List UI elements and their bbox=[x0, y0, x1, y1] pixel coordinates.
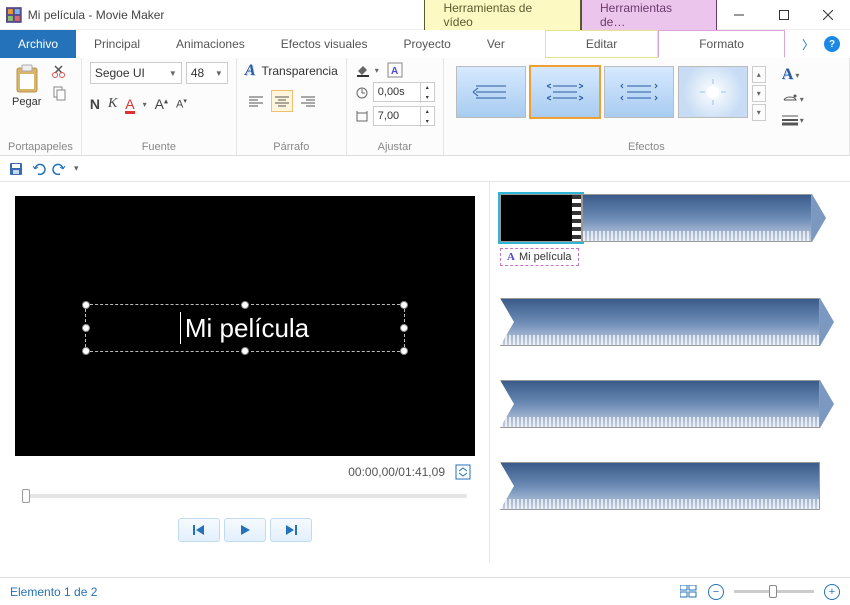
gallery-up-button[interactable]: ▴ bbox=[752, 66, 766, 83]
bold-button[interactable]: N bbox=[90, 96, 100, 112]
duration-icon bbox=[355, 109, 369, 123]
text-cursor bbox=[180, 312, 181, 344]
timeline-pane[interactable]: AMi película bbox=[490, 182, 850, 562]
cut-button[interactable] bbox=[51, 62, 69, 80]
maximize-button[interactable] bbox=[762, 0, 806, 30]
zoom-slider[interactable] bbox=[734, 590, 814, 593]
quick-access-toolbar: ▾ bbox=[0, 156, 850, 182]
gallery-down-button[interactable]: ▾ bbox=[752, 85, 766, 102]
preview-pane: Mi película 00:00,00/01:41,09 bbox=[0, 182, 490, 562]
group-clipboard: Pegar Portapapeles bbox=[0, 58, 82, 155]
save-button[interactable] bbox=[8, 161, 24, 177]
tab-edit[interactable]: Editar bbox=[545, 30, 658, 58]
status-element-count: Elemento 1 de 2 bbox=[10, 585, 97, 599]
clipboard-icon bbox=[14, 64, 40, 94]
start-time-input[interactable]: 0,00s▴▾ bbox=[373, 82, 435, 102]
close-button[interactable] bbox=[806, 0, 850, 30]
group-label-effects: Efectos bbox=[452, 139, 841, 153]
svg-text:A: A bbox=[391, 66, 398, 77]
tab-project[interactable]: Proyecto bbox=[385, 30, 468, 58]
ribbon: Pegar Portapapeles Segoe UI▼ 48▼ N K A ▾… bbox=[0, 58, 850, 156]
grow-font-button[interactable]: A▴ bbox=[155, 96, 168, 112]
tab-format[interactable]: Formato bbox=[658, 30, 785, 58]
timeline-row-3 bbox=[500, 378, 840, 430]
clip-3[interactable] bbox=[500, 380, 820, 428]
paste-label: Pegar bbox=[12, 96, 41, 108]
group-label-paragraph: Párrafo bbox=[245, 139, 338, 153]
duration-input[interactable]: 7,00▴▾ bbox=[373, 106, 435, 126]
align-right-button[interactable] bbox=[297, 90, 319, 112]
window-title: Mi película - Movie Maker bbox=[28, 8, 165, 22]
effects-gallery[interactable]: ▴ ▾ ▾ bbox=[452, 62, 770, 125]
title-text[interactable]: Mi película bbox=[185, 313, 309, 344]
clip-2[interactable] bbox=[500, 298, 820, 346]
prev-frame-button[interactable] bbox=[178, 518, 220, 542]
qat-customize-button[interactable]: ▾ bbox=[74, 163, 79, 174]
title-text-box[interactable]: Mi película bbox=[85, 304, 405, 352]
title-bar: Mi película - Movie Maker Herramientas d… bbox=[0, 0, 850, 30]
ribbon-collapse-icon[interactable]: 〉 bbox=[802, 36, 814, 53]
font-color-button[interactable]: A bbox=[125, 96, 134, 112]
tab-animations[interactable]: Animaciones bbox=[158, 30, 263, 58]
clip-1[interactable] bbox=[582, 194, 812, 242]
undo-button[interactable] bbox=[30, 161, 46, 177]
start-time-icon bbox=[355, 85, 369, 99]
group-paragraph: A Transparencia Párrafo bbox=[237, 58, 347, 155]
effect-thumb-2[interactable] bbox=[530, 66, 600, 118]
timecode-label: 00:00,00/01:41,09 bbox=[348, 465, 445, 479]
outline-color-button[interactable]: ▾ bbox=[782, 92, 804, 106]
clip-title[interactable] bbox=[500, 194, 582, 242]
preview-video[interactable]: Mi película bbox=[15, 196, 475, 456]
next-frame-button[interactable] bbox=[270, 518, 312, 542]
outline-weight-button[interactable]: ▾ bbox=[782, 114, 804, 126]
timeline-row-4 bbox=[500, 460, 840, 512]
app-icon bbox=[6, 7, 22, 23]
tab-home[interactable]: Principal bbox=[76, 30, 158, 58]
title-tag[interactable]: AMi película bbox=[500, 248, 579, 266]
timeline-row-2 bbox=[500, 296, 840, 348]
font-size-select[interactable]: 48▼ bbox=[186, 62, 228, 84]
effect-thumb-1[interactable] bbox=[456, 66, 526, 118]
transparency-button[interactable]: Transparencia bbox=[262, 64, 338, 78]
shrink-font-button[interactable]: A▾ bbox=[176, 97, 187, 111]
fullscreen-button[interactable] bbox=[455, 464, 471, 480]
tab-visual-effects[interactable]: Efectos visuales bbox=[263, 30, 386, 58]
workspace: Mi película 00:00,00/01:41,09 AMi pelícu… bbox=[0, 182, 850, 562]
effect-thumb-3[interactable] bbox=[604, 66, 674, 118]
font-name-select[interactable]: Segoe UI▼ bbox=[90, 62, 182, 84]
paste-button[interactable]: Pegar bbox=[8, 62, 45, 110]
clip-4[interactable] bbox=[500, 462, 820, 510]
tab-file[interactable]: Archivo bbox=[0, 30, 76, 58]
status-bar: Elemento 1 de 2 − + bbox=[0, 577, 850, 605]
redo-button[interactable] bbox=[52, 161, 68, 177]
background-color-button[interactable] bbox=[355, 62, 371, 78]
seek-slider[interactable] bbox=[22, 494, 467, 498]
group-label-adjust: Ajustar bbox=[355, 139, 435, 153]
play-button[interactable] bbox=[224, 518, 266, 542]
align-left-button[interactable] bbox=[245, 90, 267, 112]
align-center-button[interactable] bbox=[271, 90, 293, 112]
group-label-clipboard: Portapapeles bbox=[8, 139, 73, 153]
edit-text-button[interactable]: A bbox=[387, 62, 403, 78]
group-font: Segoe UI▼ 48▼ N K A ▾ A▴ A▾ Fuente bbox=[82, 58, 237, 155]
group-effects: ▴ ▾ ▾ A▾ ▾ ▾ Efectos bbox=[444, 58, 850, 155]
group-adjust: ▾ A 0,00s▴▾ 7,00▴▾ Ajustar bbox=[347, 58, 444, 155]
help-icon[interactable]: ? bbox=[824, 36, 840, 52]
copy-button[interactable] bbox=[51, 84, 69, 102]
outline-styles-button[interactable]: A▾ bbox=[782, 66, 804, 84]
tab-view[interactable]: Ver bbox=[469, 30, 523, 58]
italic-button[interactable]: K bbox=[108, 96, 117, 112]
transparency-icon: A bbox=[245, 62, 256, 80]
zoom-in-button[interactable]: + bbox=[824, 584, 840, 600]
timeline-row-1: AMi película bbox=[500, 192, 840, 266]
minimize-button[interactable] bbox=[717, 0, 761, 30]
view-thumbnails-button[interactable] bbox=[680, 585, 698, 599]
effect-thumb-4[interactable] bbox=[678, 66, 748, 118]
group-label-font: Fuente bbox=[90, 139, 228, 153]
gallery-more-button[interactable]: ▾ bbox=[752, 104, 766, 121]
ribbon-tabs: Archivo Principal Animaciones Efectos vi… bbox=[0, 30, 850, 58]
zoom-out-button[interactable]: − bbox=[708, 584, 724, 600]
